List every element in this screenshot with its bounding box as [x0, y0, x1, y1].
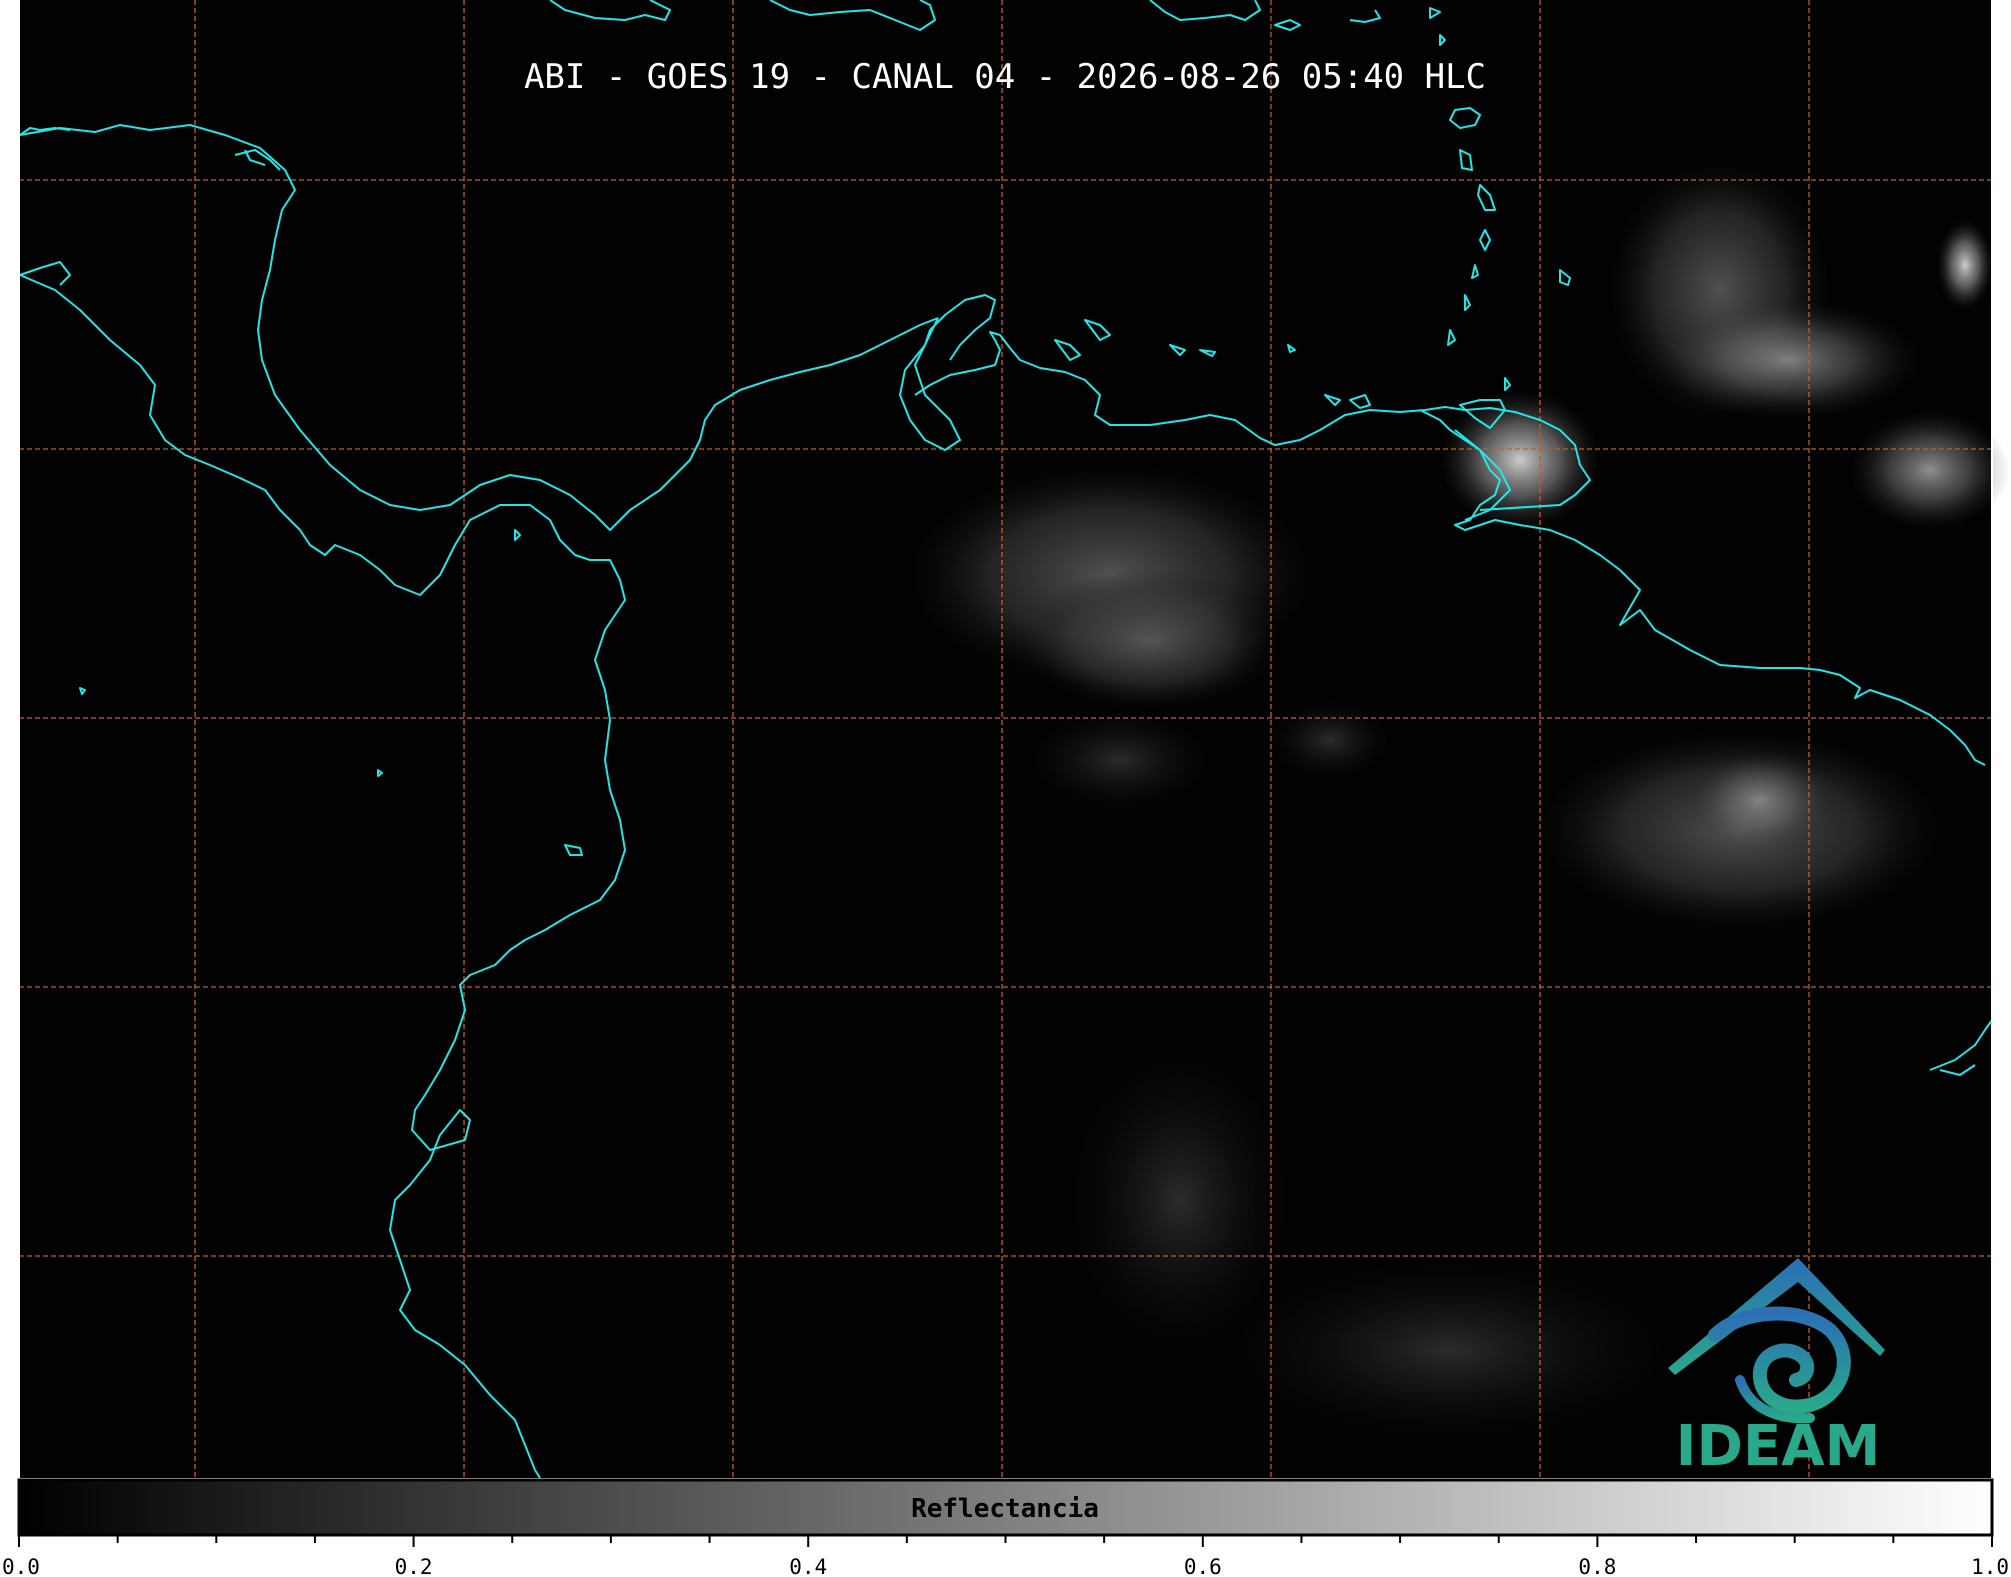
colorbar-ticks: 0.0 0.2 0.4 0.6 0.8 1.0: [2, 1535, 2009, 1577]
colorbar-tick-label: 0.0: [2, 1555, 40, 1577]
map-title: ABI - GOES 19 - CANAL 04 - 2026-08-26 05…: [524, 57, 1486, 97]
satellite-map: ABI - GOES 19 - CANAL 04 - 2026-08-26 05…: [2, 0, 2010, 1577]
colorbar-tick-label: 1.0: [1971, 1555, 2009, 1577]
colorbar-tick-label: 0.6: [1184, 1555, 1222, 1577]
colorbar-label: Reflectancia: [911, 1494, 1099, 1524]
colorbar: Reflectancia 0.0 0.2 0.4 0.6 0.8 1.0: [2, 1478, 2009, 1577]
ideam-logo-text: IDEAM: [1676, 1414, 1881, 1479]
colorbar-tick-label: 0.4: [789, 1555, 827, 1577]
colorbar-tick-label: 0.8: [1578, 1555, 1616, 1577]
colorbar-tick-label: 0.2: [395, 1555, 433, 1577]
